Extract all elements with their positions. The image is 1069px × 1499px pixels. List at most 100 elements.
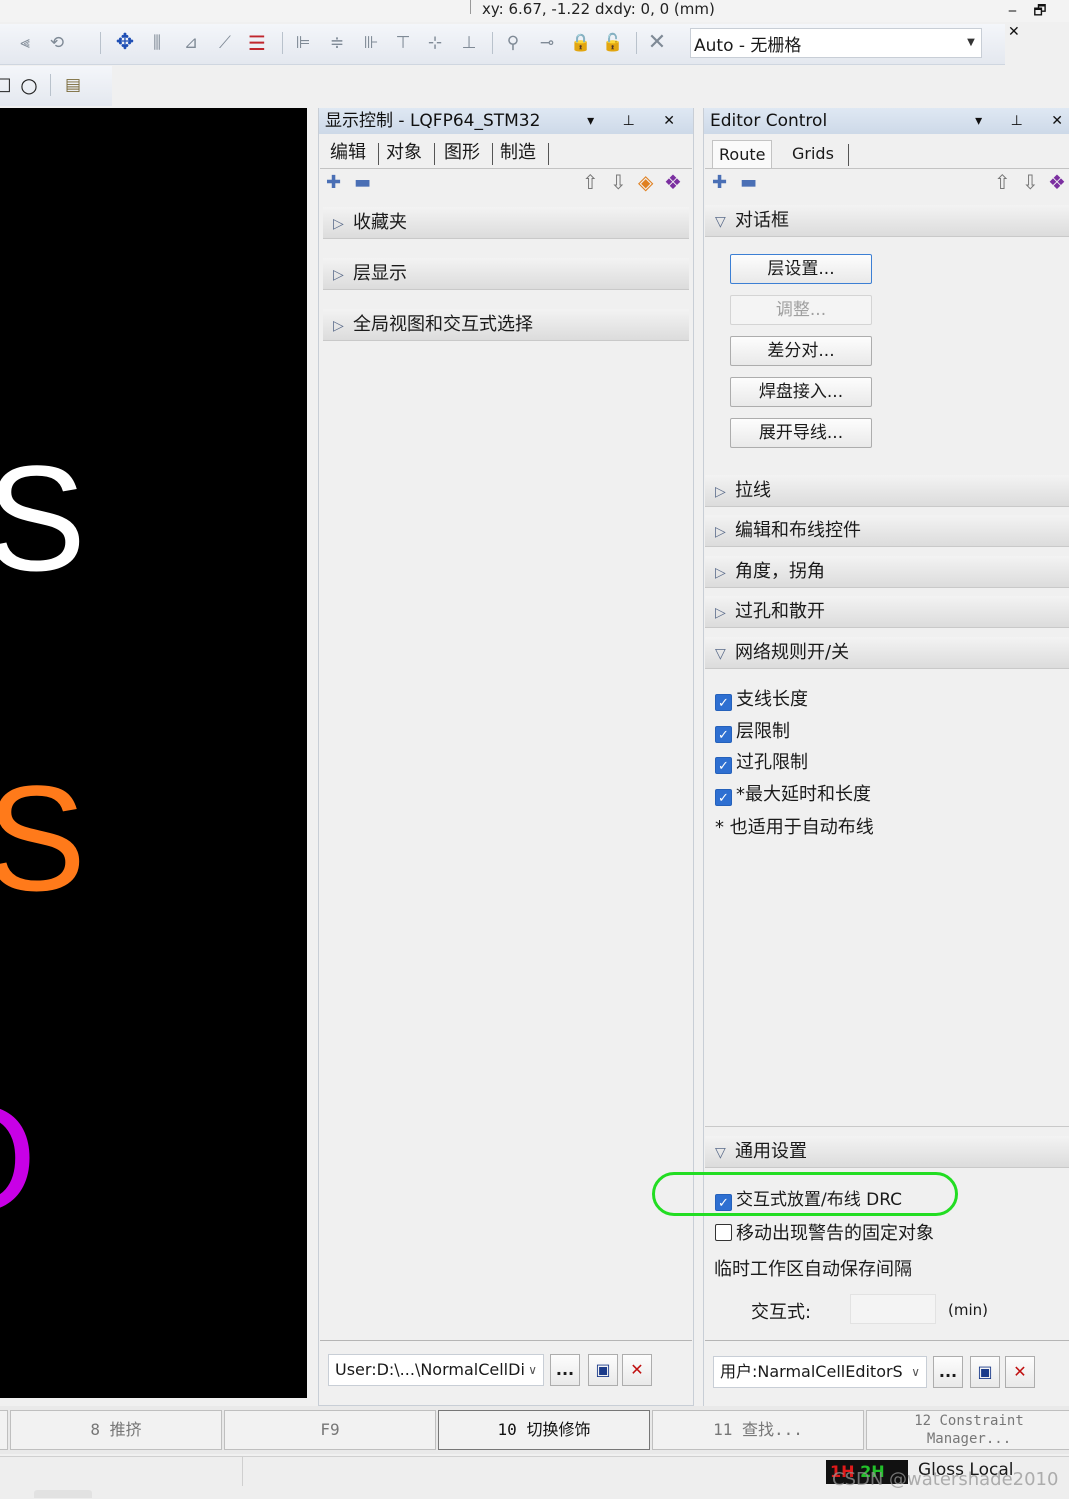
panel-controls[interactable]: ▾ ⊥ ✕ (975, 108, 1069, 134)
interactive-label: 交互式: (751, 1302, 812, 1323)
move-up-icon[interactable]: ⇧ (994, 170, 1011, 194)
layer-stack-icon[interactable]: ☰ (246, 32, 268, 54)
tab-edit[interactable]: 编辑 (326, 139, 370, 167)
autosave-interval-label: 临时工作区自动保存间隔 (714, 1259, 912, 1280)
section-dialogs[interactable]: ▽ 对话框 (705, 205, 1069, 237)
tab-route[interactable]: Route (712, 140, 773, 169)
autosave-interval-input[interactable] (850, 1294, 936, 1324)
secondary-toolbar: □ ○ ▤ (0, 66, 112, 106)
panel-controls[interactable]: ▾ ⊥ ✕ (587, 108, 687, 134)
fanout-traces-button[interactable]: 展开导线... (730, 418, 872, 448)
tab-graphics[interactable]: 图形 (440, 139, 484, 167)
section-label: 层显示 (353, 263, 407, 284)
cancel-icon[interactable]: ✕ (646, 32, 668, 54)
display-scheme-combo[interactable]: User:D:\...\NormalCellDi ∨ (328, 1354, 544, 1386)
move-up-icon[interactable]: ⇧ (582, 170, 599, 194)
move-fixed-objects-checkbox[interactable]: 移动出现警告的固定对象 (715, 1222, 934, 1246)
fkey-constraint-manager[interactable]: 12 Constraint Manager... (866, 1410, 1069, 1450)
canvas-letter: S (0, 754, 87, 922)
move-down-icon[interactable]: ⇩ (610, 170, 627, 194)
properties-icon[interactable]: ▤ (62, 74, 84, 96)
expand-all-icon[interactable]: ✚ (712, 172, 727, 193)
circle-icon[interactable]: ○ (18, 74, 40, 96)
expand-all-icon[interactable]: ✚ (326, 172, 341, 193)
save-icon[interactable]: ▣ (588, 1354, 618, 1386)
display-scheme-path: User:D:\...\NormalCellDi (335, 1360, 525, 1379)
book-icon[interactable]: ❖ (664, 170, 682, 194)
align-icon[interactable]: ⊿ (180, 32, 202, 54)
display-control-title: 显示控制 - LQFP64_STM32 (325, 111, 541, 131)
pin-icon[interactable]: ⚲ (502, 32, 524, 54)
book-icon[interactable]: ❖ (1048, 170, 1066, 194)
tab-fabrication[interactable]: 制造 (496, 139, 540, 167)
section-plow[interactable]: ▷ 拉线 (705, 475, 1069, 507)
section-layer-display[interactable]: ▷ 层显示 (323, 258, 689, 290)
tune-button[interactable]: 调整... (730, 295, 872, 325)
checkmark-icon: ✓ (715, 694, 732, 711)
fkey-push[interactable]: 8 推挤 (10, 1410, 222, 1450)
align-top-icon[interactable]: ⊤ (392, 32, 414, 54)
editor-scheme-combo[interactable]: 用户:NarmalCellEditorS ∨ (713, 1356, 927, 1388)
via-restriction-checkbox[interactable]: ✓ 过孔限制 (715, 751, 808, 775)
layer-settings-button[interactable]: 层设置... (730, 254, 872, 284)
tab-objects[interactable]: 对象 (382, 139, 426, 167)
browse-button[interactable]: ... (933, 1356, 963, 1388)
unlock-icon[interactable]: 🔓 (602, 32, 624, 54)
align-left-icon[interactable]: ⫷ (14, 32, 36, 54)
taskbar-tab[interactable] (34, 1490, 92, 1498)
collapse-all-icon[interactable]: ▬ (354, 172, 371, 193)
grid-combo-value: Auto - 无栅格 (694, 36, 802, 56)
section-angles-corners[interactable]: ▷ 角度，拐角 (705, 556, 1069, 588)
align-left-edge-icon[interactable]: ⊫ (292, 32, 314, 54)
browse-button[interactable]: ... (550, 1354, 580, 1386)
favorite-icon[interactable]: ◈ (638, 170, 653, 194)
save-icon[interactable]: ▣ (970, 1356, 1000, 1388)
checkbox-empty-icon (715, 1224, 732, 1241)
tab-separator (848, 144, 849, 166)
delete-icon[interactable]: ✕ (1005, 1356, 1035, 1388)
layer-restriction-checkbox[interactable]: ✓ 层限制 (715, 720, 790, 744)
section-label: 过孔和散开 (735, 601, 825, 622)
stub-length-checkbox[interactable]: ✓ 支线长度 (715, 688, 808, 712)
mirror-icon[interactable]: ⟋ (214, 32, 236, 54)
chevron-down-icon[interactable]: ▼ (962, 34, 980, 52)
align-bottom-icon[interactable]: ⊥ (458, 32, 480, 54)
diff-pair-button[interactable]: 差分对... (730, 336, 872, 366)
layout-canvas[interactable]: S S O (0, 108, 307, 1398)
toolbar-separator (100, 32, 101, 54)
move-down-icon[interactable]: ⇩ (1022, 170, 1039, 194)
fkey-f9[interactable]: F9 (224, 1410, 436, 1450)
distribute-icon[interactable]: ⫼ (146, 32, 168, 54)
section-vias-fanout[interactable]: ▷ 过孔和散开 (705, 596, 1069, 628)
align-right-edge-icon[interactable]: ⊪ (360, 32, 382, 54)
toolbar-separator (636, 32, 637, 54)
section-net-rules[interactable]: ▽ 网络规则开/关 (705, 637, 1069, 669)
function-key-partial[interactable] (0, 1410, 8, 1450)
section-global-view[interactable]: ▷ 全局视图和交互式选择 (323, 309, 689, 341)
fkey-toggle-finish[interactable]: 10 切换修饰 (438, 1410, 650, 1450)
toolbar-separator (282, 32, 283, 54)
collapse-all-icon[interactable]: ▬ (740, 172, 757, 193)
rotate-icon[interactable]: ⟲ (46, 32, 68, 54)
watermark: CSDN @watershade2010 (832, 1469, 1059, 1490)
section-general-settings[interactable]: ▽ 通用设置 (705, 1136, 1069, 1168)
tab-grids[interactable]: Grids (788, 140, 838, 168)
display-control-tabs: 编辑 对象 图形 制造 (326, 139, 686, 167)
delete-icon[interactable]: ✕ (622, 1354, 652, 1386)
unpin-icon[interactable]: ⊸ (536, 32, 558, 54)
move-icon[interactable]: ✥ (114, 32, 136, 54)
section-edit-route-controls[interactable]: ▷ 编辑和布线控件 (705, 515, 1069, 547)
fkey-find[interactable]: 11 查找... (652, 1410, 864, 1450)
tab-separator (378, 143, 379, 165)
align-middle-icon[interactable]: ⊹ (424, 32, 446, 54)
max-delay-length-checkbox[interactable]: ✓ *最大延时和长度 (715, 783, 871, 807)
align-center-icon[interactable]: ≑ (326, 32, 348, 54)
rectangle-icon[interactable]: □ (0, 74, 14, 96)
window-controls[interactable]: ‒ 🗗 ✕ (1008, 0, 1069, 40)
checkbox-label: 层限制 (736, 721, 790, 742)
lock-icon[interactable]: 🔒 (570, 32, 592, 54)
expanded-arrow-icon: ▽ (715, 1145, 726, 1161)
pad-entry-button[interactable]: 焊盘接入... (730, 377, 872, 407)
section-favorites[interactable]: ▷ 收藏夹 (323, 207, 689, 239)
status-separator (470, 0, 471, 14)
